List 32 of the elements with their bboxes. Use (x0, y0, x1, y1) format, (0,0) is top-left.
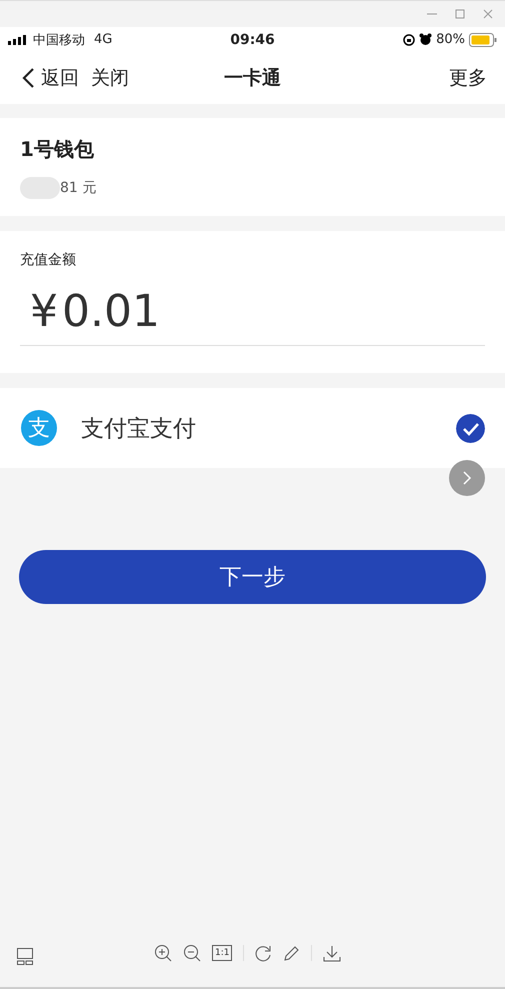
back-chevron-icon (22, 67, 35, 89)
next-page-button[interactable] (449, 460, 485, 496)
zoom-in-icon[interactable] (154, 944, 172, 962)
payment-logo: 支 (21, 410, 57, 446)
carrier-name: 中国移动 (33, 32, 85, 48)
wallet-name: 1号钱包 (20, 136, 94, 163)
actual-size-button[interactable]: 1:1 (212, 945, 232, 961)
zoom-out-icon[interactable] (183, 944, 201, 962)
thumbnails-icon[interactable] (17, 948, 33, 965)
amount-label: 充值金额 (20, 252, 76, 268)
alarm-clock-icon (419, 33, 432, 46)
pencil-icon[interactable] (283, 944, 300, 962)
chevron-right-icon (462, 470, 472, 486)
wallet-balance: 81 元 (60, 179, 96, 197)
rotate-icon[interactable] (255, 944, 272, 962)
close-icon[interactable] (483, 9, 493, 19)
back-link[interactable]: 返回 (22, 65, 79, 91)
rotation-lock-icon (403, 34, 416, 46)
payment-method-row[interactable]: 支 支付宝支付 (0, 388, 505, 468)
maximize-icon[interactable] (455, 9, 465, 19)
close-link[interactable]: 关闭 (91, 65, 129, 91)
payment-method-name: 支付宝支付 (81, 414, 197, 444)
battery-percent: 80% (436, 32, 466, 47)
network-type: 4G (94, 32, 112, 47)
signal-icon (8, 34, 28, 44)
battery-icon (469, 32, 498, 46)
page-title: 一卡通 (224, 67, 281, 89)
amount-input-field[interactable]: ¥0.01 (20, 287, 485, 346)
next-step-button[interactable]: 下一步 (19, 550, 486, 604)
clock-time: 09:46 (230, 32, 275, 48)
more-link[interactable]: 更多 (449, 65, 487, 91)
download-icon[interactable] (323, 944, 342, 962)
